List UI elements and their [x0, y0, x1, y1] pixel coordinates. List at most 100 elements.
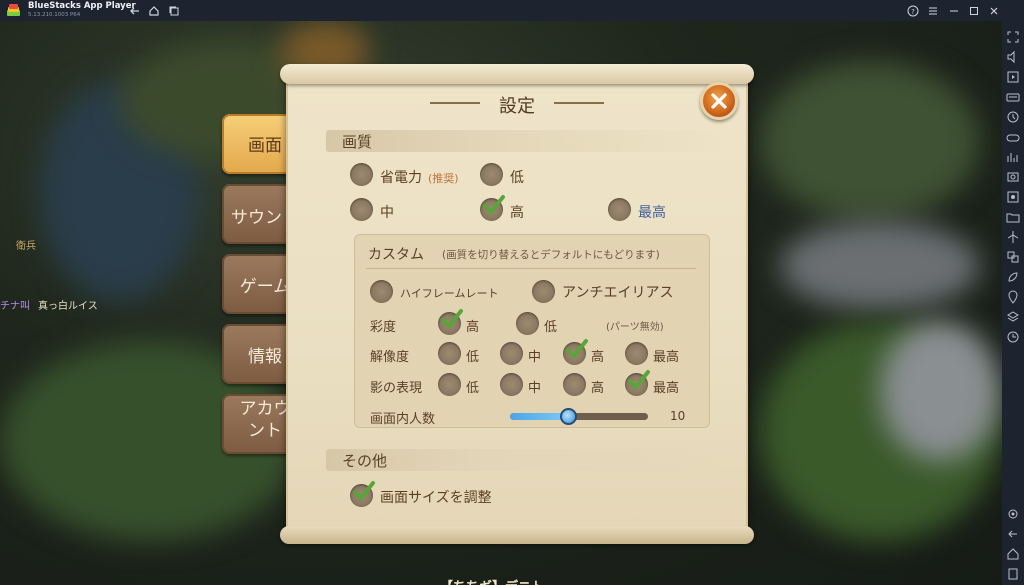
option-label: 最高: [638, 205, 666, 221]
radio-resolution-medium[interactable]: [500, 342, 523, 365]
radio-medium[interactable]: [350, 198, 373, 221]
check-icon: [483, 195, 505, 215]
radio-saturation-low[interactable]: [516, 312, 539, 335]
option-label: 最高: [653, 350, 680, 365]
app-name: BlueStacks App Player: [28, 1, 136, 11]
option-label: 最高: [653, 381, 680, 396]
toggle-label: ハイフレームレート: [400, 287, 499, 300]
keyboard-icon[interactable]: [1006, 89, 1020, 103]
recent-apps-icon[interactable]: [1006, 566, 1020, 580]
radio-low[interactable]: [480, 163, 503, 186]
toggle-antialias[interactable]: [532, 280, 555, 303]
custom-header: カスタム: [368, 247, 424, 263]
option-label: 中: [380, 205, 394, 221]
settings-panel: 設定 画質 省電力 (推奨) 低 中 高 最高 カスタム (画質を切り替えるとデ…: [280, 64, 754, 544]
radio-resolution-low[interactable]: [438, 342, 461, 365]
option-label: 省電力: [380, 170, 422, 186]
check-icon: [628, 370, 650, 390]
people-count-value: 10: [670, 409, 686, 423]
row-label: 画面内人数: [370, 412, 436, 427]
npc-name: 真っ白ルイス: [38, 301, 98, 312]
screenshot-icon[interactable]: [1006, 169, 1020, 183]
folder-icon[interactable]: [1006, 209, 1020, 223]
sync-icon[interactable]: [1006, 329, 1020, 343]
bluestacks-logo-icon: [6, 3, 21, 18]
row-label: 彩度: [370, 320, 397, 335]
check-icon: [353, 481, 375, 501]
bluestacks-sidebar: [1002, 21, 1024, 585]
toggle-high-framerate[interactable]: [370, 280, 393, 303]
multi-instance-icon[interactable]: [166, 3, 181, 18]
custom-note: (画質を切り替えるとデフォルトにもどります): [442, 249, 660, 261]
media-icon[interactable]: [1006, 69, 1020, 83]
back-icon[interactable]: [1006, 526, 1020, 540]
multi-window-icon[interactable]: [1006, 249, 1020, 263]
option-label: 中: [528, 350, 542, 365]
section-label: 画質: [342, 133, 373, 151]
fullscreen-icon[interactable]: [1006, 29, 1020, 43]
radio-shadow-medium[interactable]: [500, 373, 523, 396]
close-x-icon: [711, 93, 727, 109]
option-label: 高: [591, 350, 605, 365]
settings-title: 設定: [499, 96, 535, 117]
row-label: 影の表現: [370, 381, 423, 396]
option-label: 高: [510, 205, 524, 221]
scroll-bottom-roll: [280, 526, 754, 544]
checkbox-adjust-screen-size[interactable]: [350, 481, 375, 507]
radio-shadow-low[interactable]: [438, 373, 461, 396]
option-label: 低: [466, 350, 480, 365]
performance-icon[interactable]: [1006, 149, 1020, 163]
people-slider-knob[interactable]: [560, 408, 577, 425]
radio-highest[interactable]: [608, 198, 631, 221]
divider: [366, 268, 696, 269]
option-label: 低: [544, 320, 558, 335]
eco-icon[interactable]: [1006, 269, 1020, 283]
menu-icon[interactable]: [925, 3, 940, 18]
scroll-top-roll: [280, 64, 754, 84]
back-icon[interactable]: [127, 3, 142, 18]
option-label: 中: [528, 381, 542, 396]
toggle-label: アンチエイリアス: [562, 285, 674, 301]
close-button[interactable]: [700, 82, 738, 120]
home-icon[interactable]: [146, 3, 161, 18]
app-version: 5.13.210.1003 P64: [28, 12, 81, 18]
record-icon[interactable]: [1006, 189, 1020, 203]
maximize-icon[interactable]: [966, 3, 981, 18]
parts-disabled-note: (パーツ無効): [606, 322, 664, 333]
location-icon[interactable]: [1006, 289, 1020, 304]
radio-saturation-high[interactable]: [438, 309, 463, 335]
option-label: 高: [591, 381, 605, 396]
home-icon[interactable]: [1006, 546, 1020, 560]
npc-name: 衛兵: [16, 241, 36, 252]
macro-icon[interactable]: [1006, 109, 1020, 123]
option-label: 低: [510, 170, 524, 186]
radio-resolution-highest[interactable]: [625, 342, 648, 365]
check-icon: [441, 309, 463, 329]
close-icon[interactable]: [986, 3, 1001, 18]
radio-shadow-high[interactable]: [563, 373, 586, 396]
title-bar: BlueStacks App Player 5.13.210.1003 P64 …: [0, 0, 1024, 21]
row-label: 解像度: [370, 350, 410, 365]
option-label: 低: [466, 381, 480, 396]
volume-icon[interactable]: [1006, 49, 1020, 64]
check-icon: [566, 339, 588, 359]
radio-power-saving[interactable]: [350, 163, 373, 186]
radio-resolution-high[interactable]: [563, 339, 588, 365]
section-header-other: その他: [326, 449, 726, 471]
minimize-icon[interactable]: [946, 3, 961, 18]
chat-text: 【ちちギ】デニト: [440, 576, 544, 585]
custom-settings-box: カスタム (画質を切り替えるとデフォルトにもどります) ハイフレームレート アン…: [354, 234, 710, 428]
option-label: 画面サイズを調整: [380, 490, 492, 506]
help-icon[interactable]: ?: [905, 3, 920, 18]
layers-icon[interactable]: [1006, 309, 1020, 323]
radio-shadow-highest[interactable]: [625, 370, 650, 396]
settings-icon[interactable]: [1006, 506, 1020, 520]
gamepad-icon[interactable]: [1006, 129, 1020, 143]
recommended-note: (推奨): [428, 172, 459, 185]
svg-text:?: ?: [911, 8, 915, 16]
section-label: その他: [342, 452, 388, 470]
airplane-icon[interactable]: [1006, 229, 1020, 243]
option-label: 高: [466, 320, 480, 335]
radio-high[interactable]: [480, 195, 505, 221]
npc-name: チナ叫: [0, 301, 30, 312]
